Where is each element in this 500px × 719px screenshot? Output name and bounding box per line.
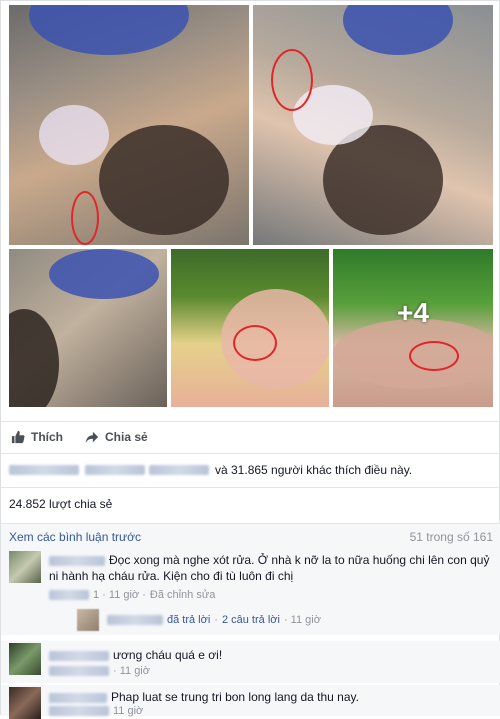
likes-summary: và 31.865 người khác thích điều này.	[1, 453, 500, 485]
comment-time: · 11 giờ	[113, 665, 150, 677]
replies-count-link[interactable]: 2 câu trả lời	[222, 614, 280, 626]
comment-text: Đọc xong mà nghe xót rửa. Ở nhà k nỡ la …	[49, 553, 490, 583]
shares-count[interactable]: 24.852 lượt chia sẻ	[9, 497, 112, 511]
blurred-name[interactable]	[9, 464, 79, 475]
comment-count: 51 trong số 161	[409, 529, 493, 544]
avatar[interactable]	[9, 687, 41, 719]
reply-time: · 11 giờ	[283, 614, 321, 626]
comment-time: 11 giờ	[113, 705, 144, 717]
red-circle-mark	[271, 49, 313, 111]
comments-header: Xem các bình luận trước 51 trong số 161	[1, 523, 500, 549]
post-card: +4 Thích Chia sẻ và 31.865 người khác th…	[0, 0, 500, 719]
like-button[interactable]: Thích	[11, 430, 63, 444]
view-previous-comments-link[interactable]: Xem các bình luận trước	[9, 530, 141, 544]
photo-shape	[29, 5, 189, 55]
action-bar: Thích Chia sẻ	[1, 421, 500, 451]
photo-5[interactable]: +4	[333, 249, 493, 407]
avatar[interactable]	[9, 643, 41, 675]
commenter-name[interactable]	[49, 648, 109, 662]
reply-avatar	[77, 609, 99, 631]
more-photos-label[interactable]: +4	[333, 249, 493, 407]
shares-summary: 24.852 lượt chia sẻ	[1, 487, 500, 519]
photo-grid: +4	[7, 5, 495, 409]
photo-3[interactable]	[9, 249, 167, 407]
photo-1[interactable]	[9, 5, 249, 245]
share-label: Chia sẻ	[105, 429, 148, 444]
photo-shape	[9, 309, 59, 407]
thumbs-up-icon	[11, 430, 25, 443]
share-arrow-icon	[85, 431, 99, 443]
blurred-name	[107, 615, 163, 625]
photo-4[interactable]	[171, 249, 329, 407]
commenter-name[interactable]	[49, 690, 107, 704]
red-circle-mark	[71, 191, 99, 245]
likes-text[interactable]: và 31.865 người khác thích điều này.	[215, 463, 412, 477]
photo-shape	[39, 105, 109, 165]
edited-label[interactable]: Đã chỉnh sửa	[150, 589, 215, 601]
comment-text: Phap luat se trung tri bon long lang da …	[111, 690, 359, 704]
comment-time: 1 · 11 giờ ·	[93, 589, 146, 601]
blurred-name[interactable]	[149, 464, 209, 475]
blurred-name[interactable]	[85, 464, 145, 475]
photo-shape	[49, 249, 159, 299]
blurred-reactions	[49, 590, 89, 600]
comment-2: ương cháu quá e ơi! · 11 giờ	[1, 641, 500, 683]
replies-row[interactable]: đã trả lời · 2 câu trả lời · 11 giờ	[77, 609, 321, 631]
comment-meta: · 11 giờ	[49, 665, 150, 677]
comment-meta: 11 giờ	[49, 705, 143, 717]
blurred-reactions	[49, 666, 109, 676]
photo-shape	[99, 125, 229, 235]
comment-text: ương cháu quá e ơi!	[113, 648, 223, 662]
comment-meta: 1 · 11 giờ · Đã chỉnh sửa	[49, 589, 215, 601]
comment-1: Đọc xong mà nghe xót rửa. Ở nhà k nỡ la …	[1, 549, 500, 635]
comment-3: Phap luat se trung tri bon long lang da …	[1, 685, 500, 719]
red-circle-mark	[233, 325, 277, 361]
photo-shape	[343, 5, 453, 55]
photo-2[interactable]	[253, 5, 493, 245]
share-button[interactable]: Chia sẻ	[85, 430, 148, 444]
like-label: Thích	[31, 429, 63, 444]
avatar[interactable]	[9, 551, 41, 583]
replied-label[interactable]: đã trả lời	[167, 614, 210, 626]
